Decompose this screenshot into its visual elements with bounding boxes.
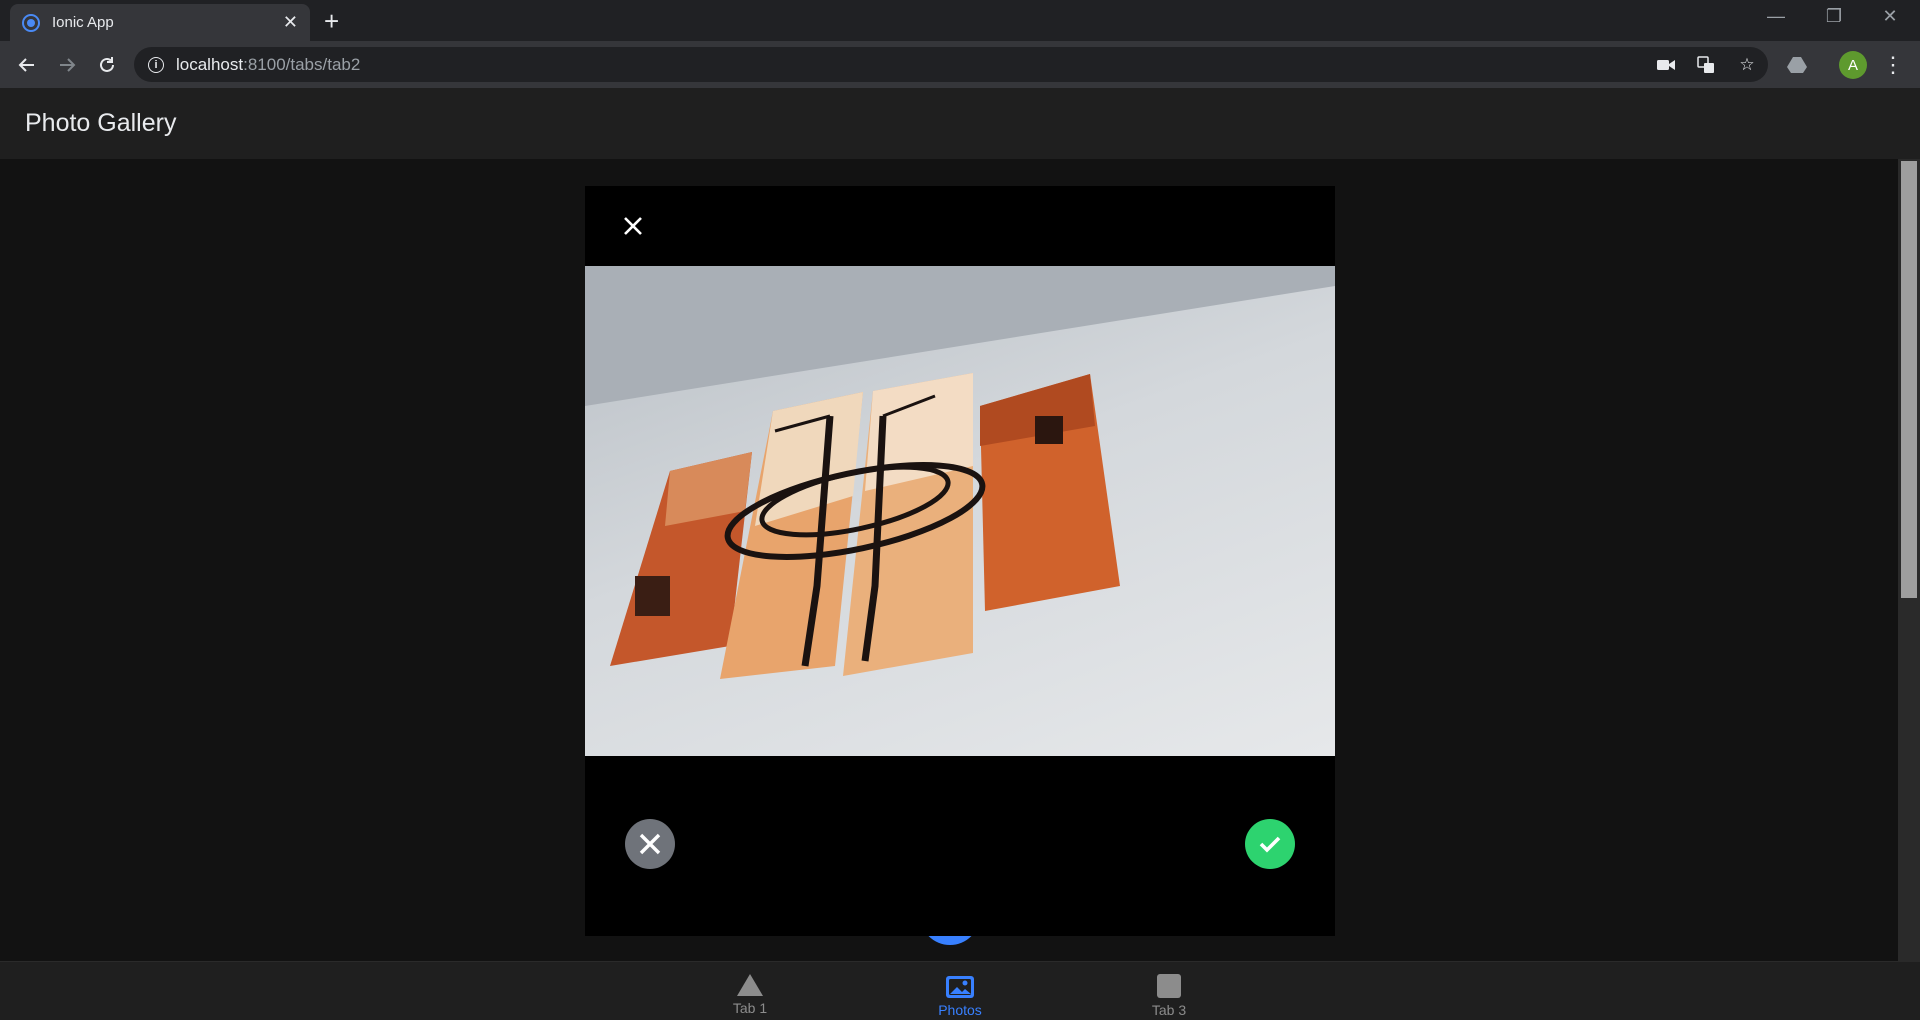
images-icon [946, 976, 974, 998]
page-title: Photo Gallery [25, 109, 177, 137]
reject-photo-button[interactable] [625, 819, 675, 869]
close-icon [624, 217, 642, 235]
profile-avatar[interactable]: A [1839, 51, 1867, 79]
checkmark-icon [1259, 836, 1281, 853]
browser-toolbar: i localhost:8100/tabs/tab2 ☆ A ⋮ [0, 41, 1920, 88]
close-icon [639, 833, 661, 855]
ionic-favicon-icon [22, 13, 40, 32]
scrollbar[interactable] [1898, 159, 1920, 961]
square-icon [1157, 974, 1181, 998]
scrollbar-thumb[interactable] [1901, 161, 1917, 598]
close-camera-button[interactable] [615, 208, 651, 244]
camera-in-use-icon[interactable] [1656, 55, 1676, 75]
back-icon[interactable] [13, 51, 41, 79]
close-window-icon[interactable]: ✕ [1870, 6, 1910, 27]
forward-icon[interactable] [53, 51, 81, 79]
tab-label: Tab 3 [1151, 1002, 1187, 1018]
address-bar[interactable]: i localhost:8100/tabs/tab2 ☆ [134, 47, 1768, 82]
tab-photos[interactable]: Photos [910, 974, 1010, 1018]
reload-icon[interactable] [93, 51, 121, 79]
bottom-tab-bar: Tab 1 Photos Tab 3 [0, 961, 1920, 1020]
browser-tab[interactable]: Ionic App ✕ [10, 4, 310, 41]
browser-menu-icon[interactable]: ⋮ [1882, 51, 1904, 79]
close-tab-icon[interactable]: ✕ [283, 12, 298, 33]
site-info-icon[interactable]: i [148, 56, 164, 73]
tab-tab3[interactable]: Tab 3 [1119, 974, 1219, 1018]
tab-label: Tab 1 [732, 1000, 768, 1016]
translate-icon[interactable] [1696, 55, 1716, 75]
minimize-icon[interactable]: — [1756, 6, 1796, 27]
new-tab-icon[interactable]: + [324, 8, 339, 34]
wall-art-photo-image [585, 266, 1335, 679]
app-header: Photo Gallery [0, 88, 1920, 159]
camera-capture-modal [585, 186, 1335, 936]
url-host: localhost [176, 54, 244, 74]
tab-tab1[interactable]: Tab 1 [700, 974, 800, 1016]
url-path: :8100/tabs/tab2 [243, 54, 361, 74]
drive-extension-icon[interactable] [1787, 55, 1807, 75]
captured-photo [585, 266, 1335, 756]
browser-tabstrip: Ionic App ✕ + — ❐ ✕ [0, 0, 1920, 41]
bookmark-star-icon[interactable]: ☆ [1737, 55, 1757, 75]
triangle-icon [737, 974, 763, 996]
tab-label: Photos [938, 1002, 982, 1018]
restore-icon[interactable]: ❐ [1814, 6, 1854, 27]
browser-tab-title: Ionic App [52, 14, 114, 31]
accept-photo-button[interactable] [1245, 819, 1295, 869]
